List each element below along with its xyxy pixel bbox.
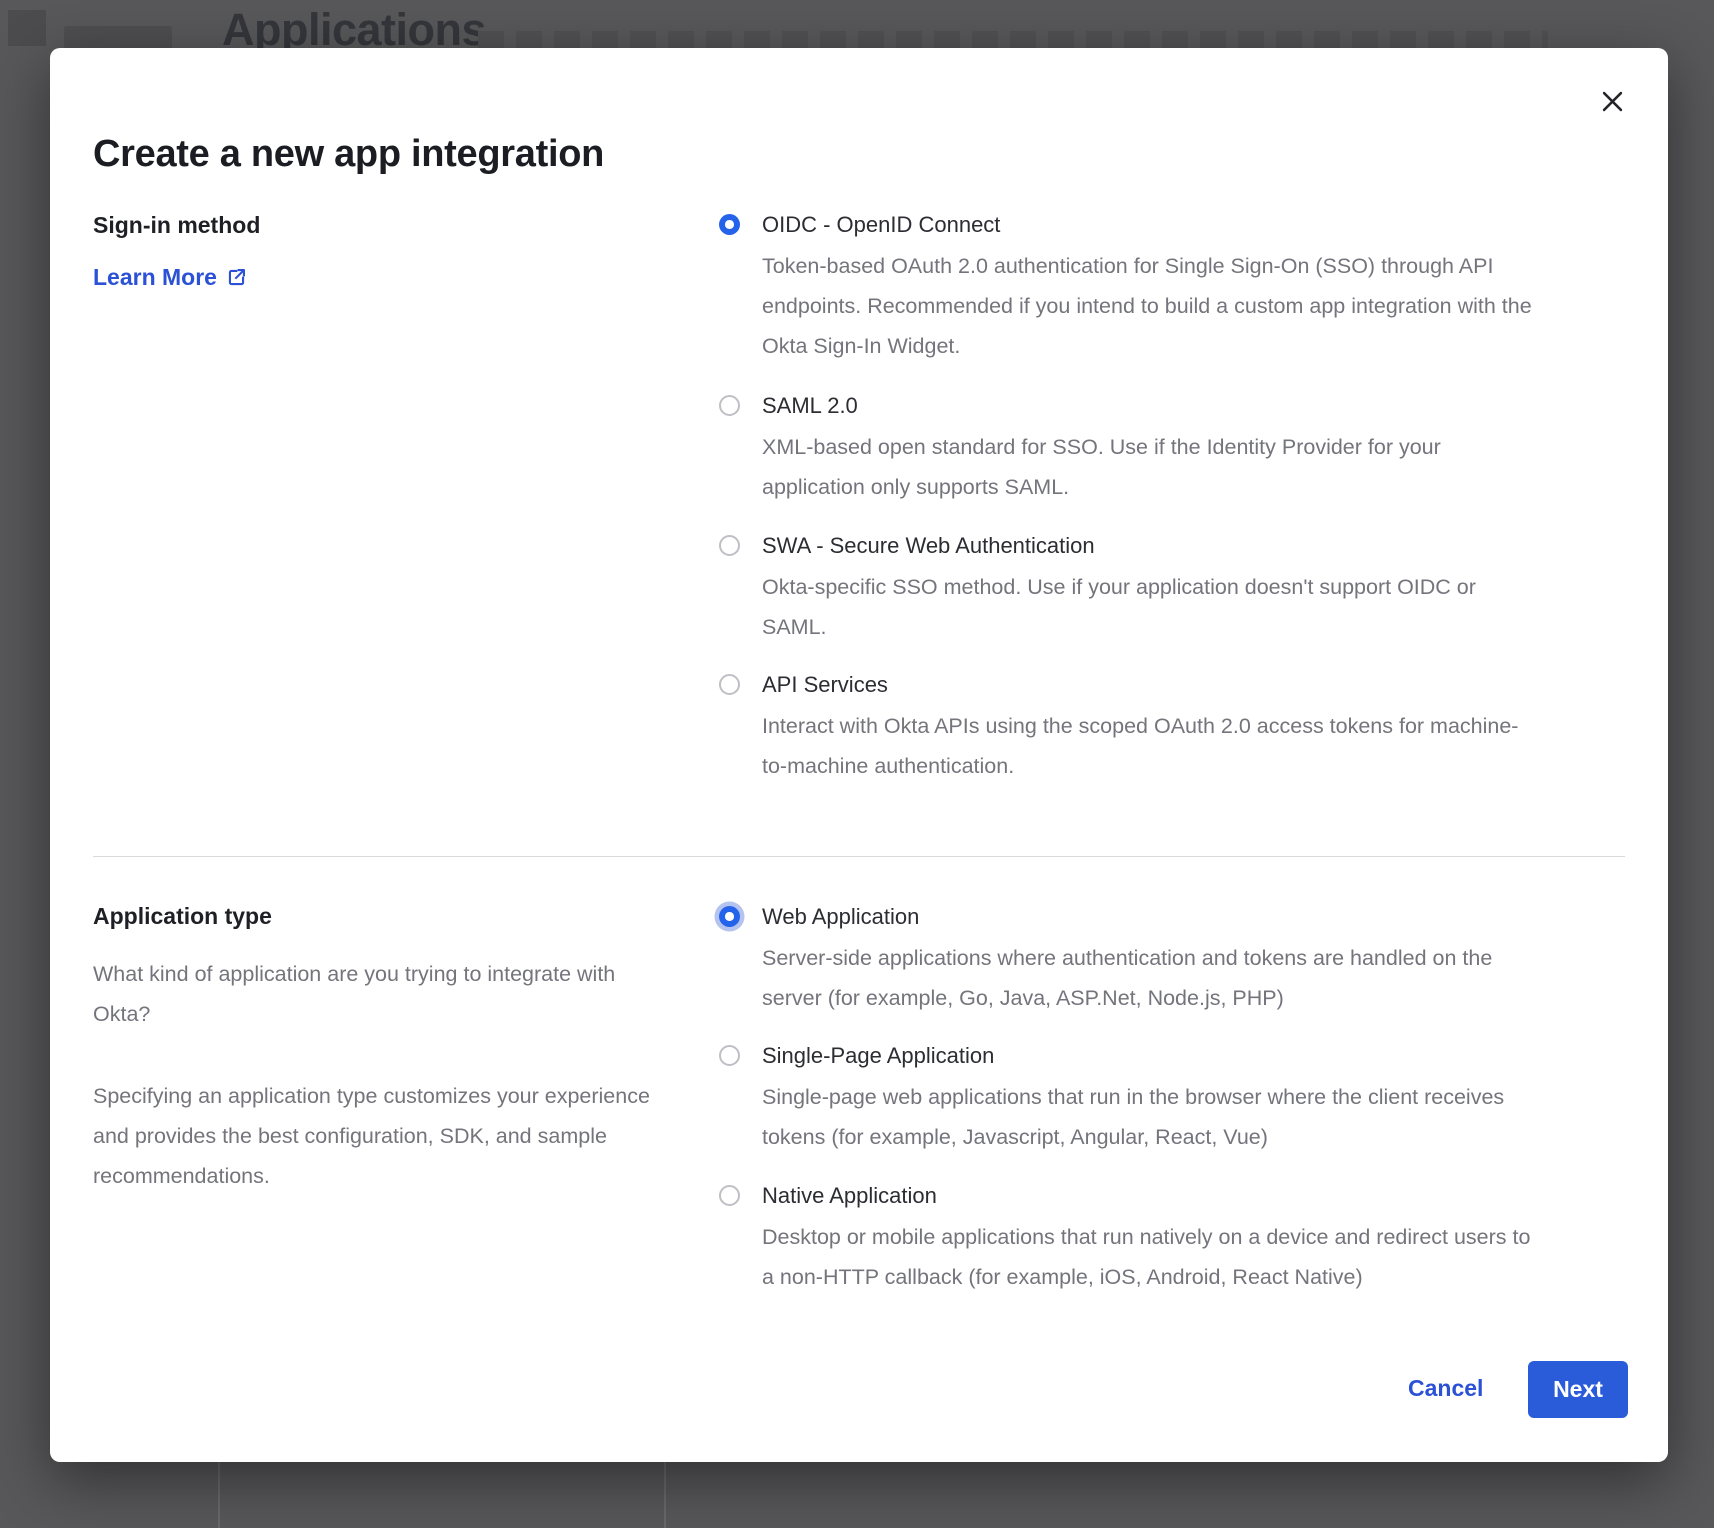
option-saml-2-0[interactable]: SAML 2.0 XML-based open standard for SSO… (719, 391, 1542, 507)
background-toolbar-block (8, 10, 46, 46)
option-label: SWA - Secure Web Authentication (762, 531, 1542, 561)
cancel-button[interactable]: Cancel (1402, 1374, 1489, 1403)
signin-method-heading: Sign-in method (93, 212, 260, 239)
option-label: API Services (762, 670, 1542, 700)
radio-oidc-selected[interactable] (719, 214, 740, 235)
close-icon (1599, 88, 1626, 115)
option-description: XML-based open standard for SSO. Use if … (762, 427, 1542, 507)
dialog-title: Create a new app integration (93, 133, 604, 176)
external-link-icon (226, 267, 247, 288)
option-description: Desktop or mobile applications that run … (762, 1217, 1542, 1297)
option-native-application[interactable]: Native Application Desktop or mobile app… (719, 1181, 1542, 1297)
option-description: Token-based OAuth 2.0 authentication for… (762, 246, 1542, 366)
background-table-column-line (664, 1461, 666, 1528)
close-button[interactable] (1590, 79, 1634, 123)
option-description: Interact with Okta APIs using the scoped… (762, 706, 1542, 786)
option-api-services[interactable]: API Services Interact with Okta APIs usi… (719, 670, 1542, 786)
radio-swa[interactable] (719, 535, 740, 556)
radio-native-application[interactable] (719, 1185, 740, 1206)
background-table-column-line (218, 1461, 220, 1528)
option-oidc-openid-connect[interactable]: OIDC - OpenID Connect Token-based OAuth … (719, 210, 1542, 366)
next-button[interactable]: Next (1528, 1361, 1628, 1418)
option-label: Native Application (762, 1181, 1542, 1211)
background-breadcrumb-block (64, 26, 172, 50)
option-label: SAML 2.0 (762, 391, 1542, 421)
option-swa-secure-web-authentication[interactable]: SWA - Secure Web Authentication Okta-spe… (719, 531, 1542, 647)
application-type-note: Specifying an application type customize… (93, 1076, 668, 1196)
section-divider (93, 856, 1625, 857)
radio-web-application-selected[interactable] (719, 906, 740, 927)
radio-single-page-application[interactable] (719, 1045, 740, 1066)
create-app-integration-dialog: Create a new app integration Sign-in met… (50, 48, 1668, 1462)
radio-api-services[interactable] (719, 674, 740, 695)
application-type-heading: Application type (93, 903, 272, 930)
option-description: Server-side applications where authentic… (762, 938, 1542, 1018)
option-web-application[interactable]: Web Application Server-side applications… (719, 902, 1542, 1018)
option-label: OIDC - OpenID Connect (762, 210, 1542, 240)
option-label: Web Application (762, 902, 1542, 932)
application-type-intro: What kind of application are you trying … (93, 954, 668, 1034)
option-label: Single-Page Application (762, 1041, 1542, 1071)
option-description: Okta-specific SSO method. Use if your ap… (762, 567, 1542, 647)
radio-saml[interactable] (719, 395, 740, 416)
background-tabs-strip (478, 31, 1548, 49)
learn-more-link[interactable]: Learn More (93, 264, 247, 291)
option-single-page-application[interactable]: Single-Page Application Single-page web … (719, 1041, 1542, 1157)
learn-more-label: Learn More (93, 264, 217, 291)
option-description: Single-page web applications that run in… (762, 1077, 1542, 1157)
